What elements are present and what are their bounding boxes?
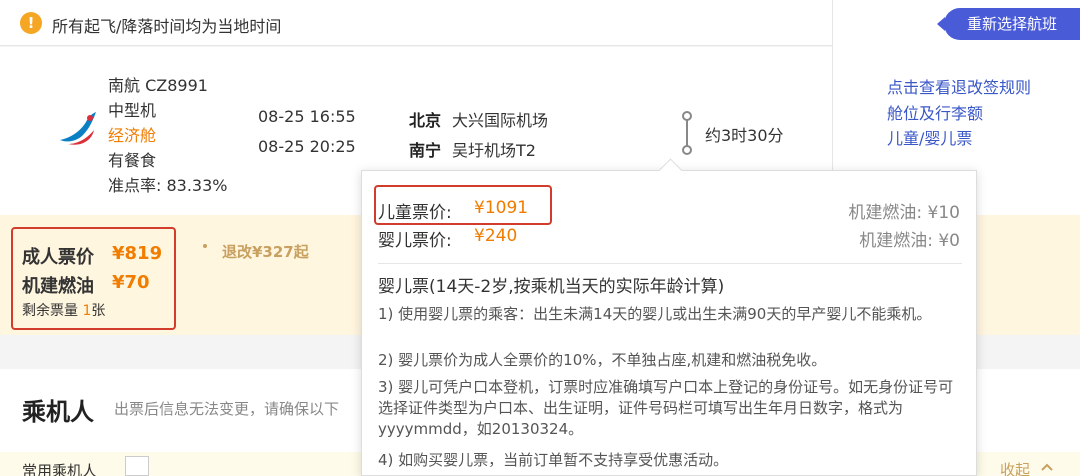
departure-airport: 大兴国际机场 (452, 111, 549, 130)
child-tax: 机建燃油: ¥10 (848, 203, 960, 223)
airline-flight-number: 南航 CZ8991 (108, 76, 208, 95)
arrival-time: 08-25 20:25 (258, 137, 356, 156)
adult-fare-label: 成人票价 (22, 247, 94, 268)
arrival-airport: 吴圩机场T2 (452, 141, 536, 160)
warning-icon: ! (20, 12, 42, 34)
infant-rule-3: 3) 婴儿可凭户口本登机，订票时应准确填写户口本上登记的身份证号。如无身份证号可… (378, 378, 954, 438)
infant-rule-4: 4) 如购买婴儿票，当前订单暂不支持享受优惠活动。 (378, 451, 729, 469)
child-infant-ticket-link[interactable]: 儿童/婴儿票 (887, 125, 972, 149)
arrival-city: 南宁 (409, 141, 442, 160)
aircraft-type: 中型机 (108, 101, 157, 120)
meal-info: 有餐食 (108, 151, 157, 170)
infant-rule-2: 2) 婴儿票价为成人全票价的10%，不单独占座,机建和燃油税免收。 (378, 351, 827, 369)
refund-note[interactable]: 退改¥327起 (222, 241, 309, 262)
refund-rules-link[interactable]: 点击查看退改签规则 (887, 74, 1031, 98)
adult-fare-price: ¥819 (112, 243, 163, 264)
tax-label: 机建燃油 (22, 276, 94, 297)
divider (378, 263, 962, 264)
infant-tax: 机建燃油: ¥0 (859, 231, 960, 251)
infant-rule-heading: 婴儿票(14天-2岁,按乘机当天的实际年龄计算) (378, 277, 725, 297)
airline-logo (60, 112, 96, 145)
child-fare-price: ¥1091 (474, 198, 529, 218)
notice-text: 所有起飞/降落时间均为当地时间 (52, 17, 282, 36)
on-time-rate: 准点率: 83.33% (108, 176, 228, 195)
reselect-flight-button[interactable]: 重新选择航班 (937, 8, 1080, 40)
notice-bar: ! 所有起飞/降落时间均为当地时间 (0, 0, 832, 46)
collapse-link[interactable]: 收起 (1000, 459, 1030, 476)
departure-time: 08-25 16:55 (258, 107, 356, 126)
child-infant-fare-popup: 儿童票价: ¥1091 婴儿票价: ¥240 机建燃油: ¥10 机建燃油: ¥… (361, 170, 977, 476)
tax-price: ¥70 (112, 272, 150, 293)
passenger-title: 乘机人 (22, 398, 94, 426)
passenger-checkbox[interactable] (125, 456, 149, 476)
infant-fare-label: 婴儿票价: (378, 231, 452, 251)
remaining-label: 剩余票量 (22, 303, 78, 319)
frequent-passenger-label: 常用乘机人 (22, 462, 98, 476)
route-line-icon (682, 111, 692, 155)
cabin-baggage-link[interactable]: 舱位及行李额 (887, 100, 983, 124)
bullet-dot (203, 244, 207, 248)
chevron-up-icon[interactable] (1040, 462, 1054, 472)
infant-rule-1: 1) 使用婴儿票的乘客：出生未满14天的婴儿或出生未满90天的早产婴儿不能乘机。 (378, 305, 932, 323)
departure-city: 北京 (409, 111, 442, 130)
child-fare-label: 儿童票价: (378, 203, 452, 223)
flight-duration: 约3时30分 (705, 126, 784, 145)
cabin-class: 经济舱 (108, 126, 157, 145)
remaining-unit: 张 (91, 303, 106, 319)
remaining-tickets: 剩余票量 1张 (22, 300, 105, 320)
infant-fare-price: ¥240 (474, 226, 518, 246)
passenger-note: 出票后信息无法变更，请确保以下 (114, 400, 340, 418)
